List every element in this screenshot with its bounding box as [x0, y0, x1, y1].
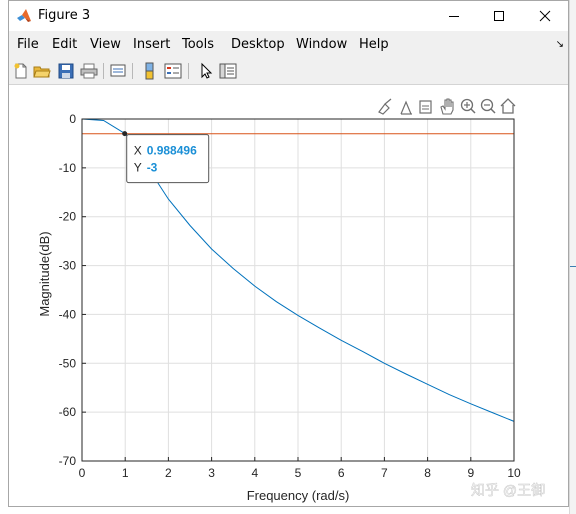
- dock-arrow-icon[interactable]: ↘: [556, 39, 564, 50]
- x-tick-label: 5: [295, 466, 302, 480]
- x-tick-label: 3: [208, 466, 215, 480]
- x-tick-label: 10: [507, 466, 521, 480]
- x-tick-label: 2: [165, 466, 172, 480]
- menu-file[interactable]: File: [17, 37, 39, 52]
- x-tick-label: 1: [122, 466, 129, 480]
- y-tick-label: -40: [59, 307, 77, 321]
- background-window-edge: [569, 0, 576, 514]
- minimize-button[interactable]: [431, 1, 477, 31]
- menu-insert[interactable]: Insert: [133, 37, 170, 52]
- y-axis-label: Magnitude(dB): [37, 231, 52, 316]
- datatip-x-value: 0.988496: [147, 144, 197, 158]
- pointer-icon[interactable]: [197, 62, 215, 80]
- y-tick-label: -20: [59, 210, 77, 224]
- axes[interactable]: 0 1 2 3 4 5 6 7 8 9 10 0 -10 -20 -30 -40 -50 -60 -70 X 0.988…: [59, 112, 521, 480]
- x-tick-label: 9: [467, 466, 474, 480]
- toolbar-separator: [188, 63, 189, 79]
- y-tick-label: -10: [59, 161, 77, 175]
- maximize-icon: [494, 11, 504, 21]
- figure-toolbar: [9, 58, 568, 85]
- figure-canvas[interactable]: 0 1 2 3 4 5 6 7 8 9 10 0 -10 -20 -30 -40 -50 -60 -70 X 0.988…: [9, 85, 568, 506]
- y-tick-label: 0: [69, 112, 76, 126]
- watermark-text: 知乎 @王御: [471, 482, 545, 498]
- menu-edit[interactable]: Edit: [52, 37, 77, 52]
- x-tick-label: 8: [424, 466, 431, 480]
- close-icon: [539, 10, 551, 22]
- link-plot-icon[interactable]: [109, 62, 127, 80]
- open-folder-icon[interactable]: [33, 62, 51, 80]
- x-tick-label: 4: [251, 466, 258, 480]
- maximize-button[interactable]: [476, 1, 522, 31]
- matlab-logo-icon: [17, 9, 31, 22]
- y-tick-label: -50: [59, 356, 77, 370]
- menu-help[interactable]: Help: [359, 37, 389, 52]
- bode-magnitude-plot[interactable]: 0 1 2 3 4 5 6 7 8 9 10 0 -10 -20 -30 -40 -50 -60 -70 X 0.988…: [9, 85, 568, 506]
- datatip-y-value: -3: [147, 161, 158, 175]
- datatip-y-label: Y: [134, 161, 142, 175]
- new-figure-icon[interactable]: [12, 62, 30, 80]
- title-bar[interactable]: Figure 3: [9, 1, 568, 31]
- y-tick-label: -30: [59, 259, 77, 273]
- colorbar-icon[interactable]: [141, 62, 159, 80]
- menu-tools[interactable]: Tools: [182, 37, 214, 52]
- toolbar-separator: [132, 63, 133, 79]
- menu-desktop[interactable]: Desktop: [231, 37, 285, 52]
- x-tick-label: 0: [79, 466, 86, 480]
- figure-window: Figure 3 File Edit View Insert Tools Des…: [8, 0, 569, 507]
- legend-icon[interactable]: [164, 62, 182, 80]
- datatip-box[interactable]: [126, 134, 210, 184]
- save-icon[interactable]: [57, 62, 75, 80]
- background-editor-edge: [0, 0, 8, 514]
- print-icon[interactable]: [80, 62, 98, 80]
- close-button[interactable]: [522, 1, 568, 31]
- menu-view[interactable]: View: [90, 37, 121, 52]
- x-axis-label: Frequency (rad/s): [247, 488, 350, 503]
- property-inspector-icon[interactable]: [219, 62, 237, 80]
- window-title: Figure 3: [38, 8, 91, 23]
- menu-window[interactable]: Window: [296, 37, 347, 52]
- menu-bar: File Edit View Insert Tools Desktop Wind…: [9, 32, 568, 56]
- minimize-icon: [449, 16, 459, 17]
- y-tick-label: -70: [59, 454, 77, 468]
- x-tick-label: 7: [381, 466, 388, 480]
- toolbar-separator: [103, 63, 104, 79]
- datatip-x-label: X: [134, 144, 142, 158]
- x-tick-label: 6: [338, 466, 345, 480]
- y-tick-label: -60: [59, 405, 77, 419]
